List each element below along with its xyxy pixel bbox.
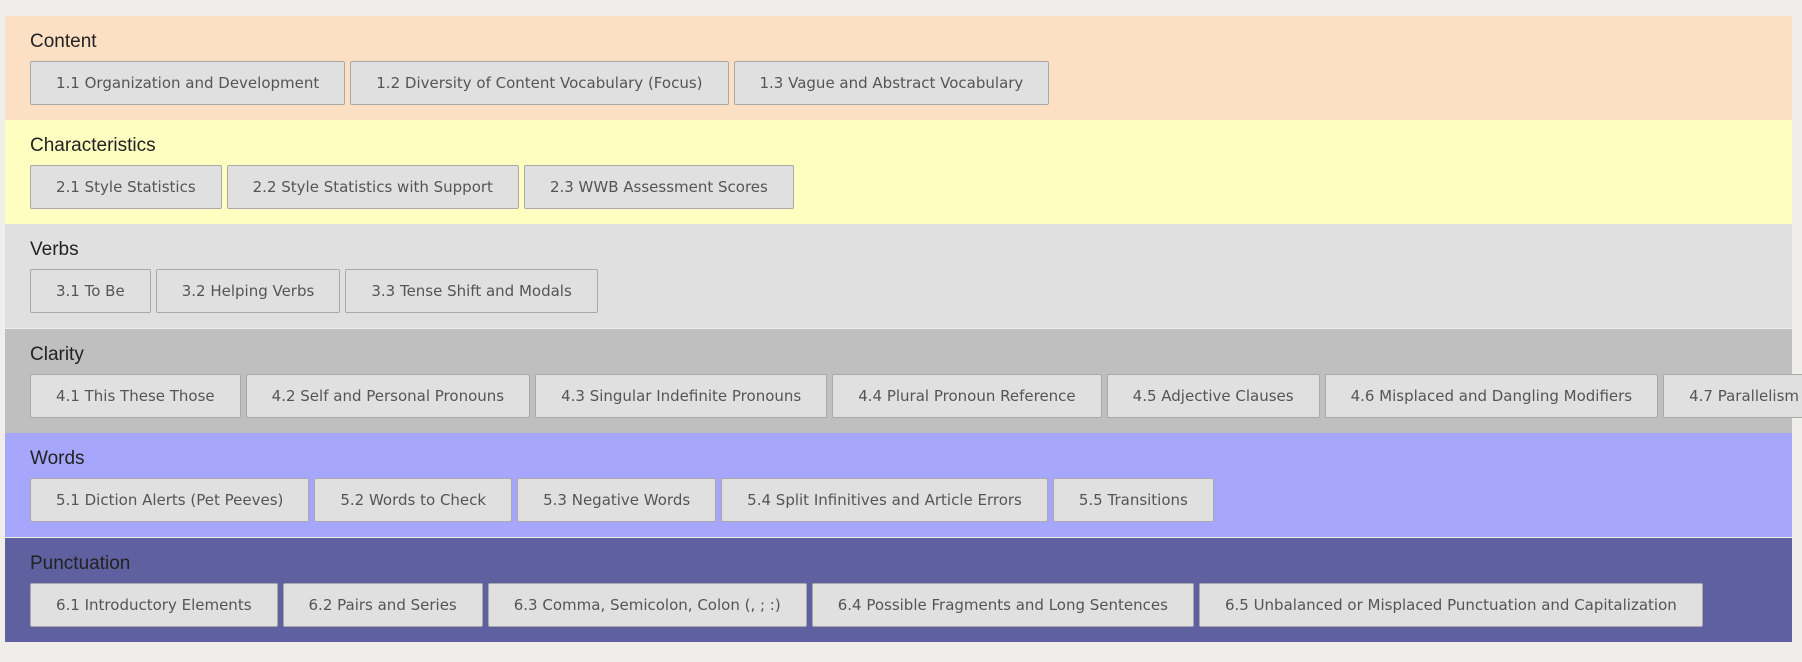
category-button-4-6[interactable]: 4.6 Misplaced and Dangling Modifiers xyxy=(1324,374,1659,418)
category-button-4-7[interactable]: 4.7 Parallelism xyxy=(1663,374,1802,418)
category-button-3-1[interactable]: 3.1 To Be xyxy=(30,269,151,313)
section-title: Content xyxy=(30,31,97,52)
category-button-3-2[interactable]: 3.2 Helping Verbs xyxy=(155,269,341,313)
category-button-2-3[interactable]: 2.3 WWB Assessment Scores xyxy=(523,165,794,209)
category-button-1-2[interactable]: 1.2 Diversity of Content Vocabulary (Foc… xyxy=(350,61,729,105)
category-button-4-2[interactable]: 4.2 Self and Personal Pronouns xyxy=(245,374,531,418)
section-title: Punctuation xyxy=(30,553,131,574)
category-button-6-5[interactable]: 6.5 Unbalanced or Misplaced Punctuation … xyxy=(1198,583,1703,627)
section-characteristics: Characteristics 2.1 Style Statistics 2.2… xyxy=(5,120,1792,224)
category-button-3-3[interactable]: 3.3 Tense Shift and Modals xyxy=(345,269,598,313)
button-row: 4.1 This These Those 4.2 Self and Person… xyxy=(30,374,1802,418)
category-button-5-5[interactable]: 5.5 Transitions xyxy=(1052,478,1214,522)
category-button-4-5[interactable]: 4.5 Adjective Clauses xyxy=(1106,374,1320,418)
button-row: 3.1 To Be 3.2 Helping Verbs 3.3 Tense Sh… xyxy=(30,269,1767,313)
category-button-6-4[interactable]: 6.4 Possible Fragments and Long Sentence… xyxy=(811,583,1194,627)
category-button-1-1[interactable]: 1.1 Organization and Development xyxy=(30,61,346,105)
section-punctuation: Punctuation 6.1 Introductory Elements 6.… xyxy=(5,538,1792,642)
button-row: 1.1 Organization and Development 1.2 Div… xyxy=(30,61,1767,105)
category-button-5-4[interactable]: 5.4 Split Infinitives and Article Errors xyxy=(721,478,1048,522)
button-row: 5.1 Diction Alerts (Pet Peeves) 5.2 Word… xyxy=(30,478,1767,522)
category-button-1-3[interactable]: 1.3 Vague and Abstract Vocabulary xyxy=(733,61,1050,105)
section-title: Words xyxy=(30,448,85,469)
section-verbs: Verbs 3.1 To Be 3.2 Helping Verbs 3.3 Te… xyxy=(5,224,1792,328)
button-row: 6.1 Introductory Elements 6.2 Pairs and … xyxy=(30,583,1767,627)
button-row: 2.1 Style Statistics 2.2 Style Statistic… xyxy=(30,165,1767,209)
section-words: Words 5.1 Diction Alerts (Pet Peeves) 5.… xyxy=(5,433,1792,537)
category-button-6-3[interactable]: 6.3 Comma, Semicolon, Colon (, ; :) xyxy=(487,583,807,627)
section-title: Verbs xyxy=(30,239,79,260)
category-button-5-2[interactable]: 5.2 Words to Check xyxy=(314,478,513,522)
section-content: Content 1.1 Organization and Development… xyxy=(5,16,1792,120)
category-button-5-3[interactable]: 5.3 Negative Words xyxy=(517,478,717,522)
section-title: Clarity xyxy=(30,344,84,365)
category-button-2-2[interactable]: 2.2 Style Statistics with Support xyxy=(226,165,519,209)
category-button-4-1[interactable]: 4.1 This These Those xyxy=(30,374,241,418)
category-button-6-2[interactable]: 6.2 Pairs and Series xyxy=(282,583,483,627)
category-panel: Content 1.1 Organization and Development… xyxy=(0,0,1802,662)
category-button-4-3[interactable]: 4.3 Singular Indefinite Pronouns xyxy=(535,374,828,418)
section-clarity: Clarity 4.1 This These Those 4.2 Self an… xyxy=(5,329,1802,433)
category-button-2-1[interactable]: 2.1 Style Statistics xyxy=(30,165,222,209)
category-button-5-1[interactable]: 5.1 Diction Alerts (Pet Peeves) xyxy=(30,478,310,522)
section-title: Characteristics xyxy=(30,135,156,156)
category-button-4-4[interactable]: 4.4 Plural Pronoun Reference xyxy=(832,374,1102,418)
category-button-6-1[interactable]: 6.1 Introductory Elements xyxy=(30,583,278,627)
